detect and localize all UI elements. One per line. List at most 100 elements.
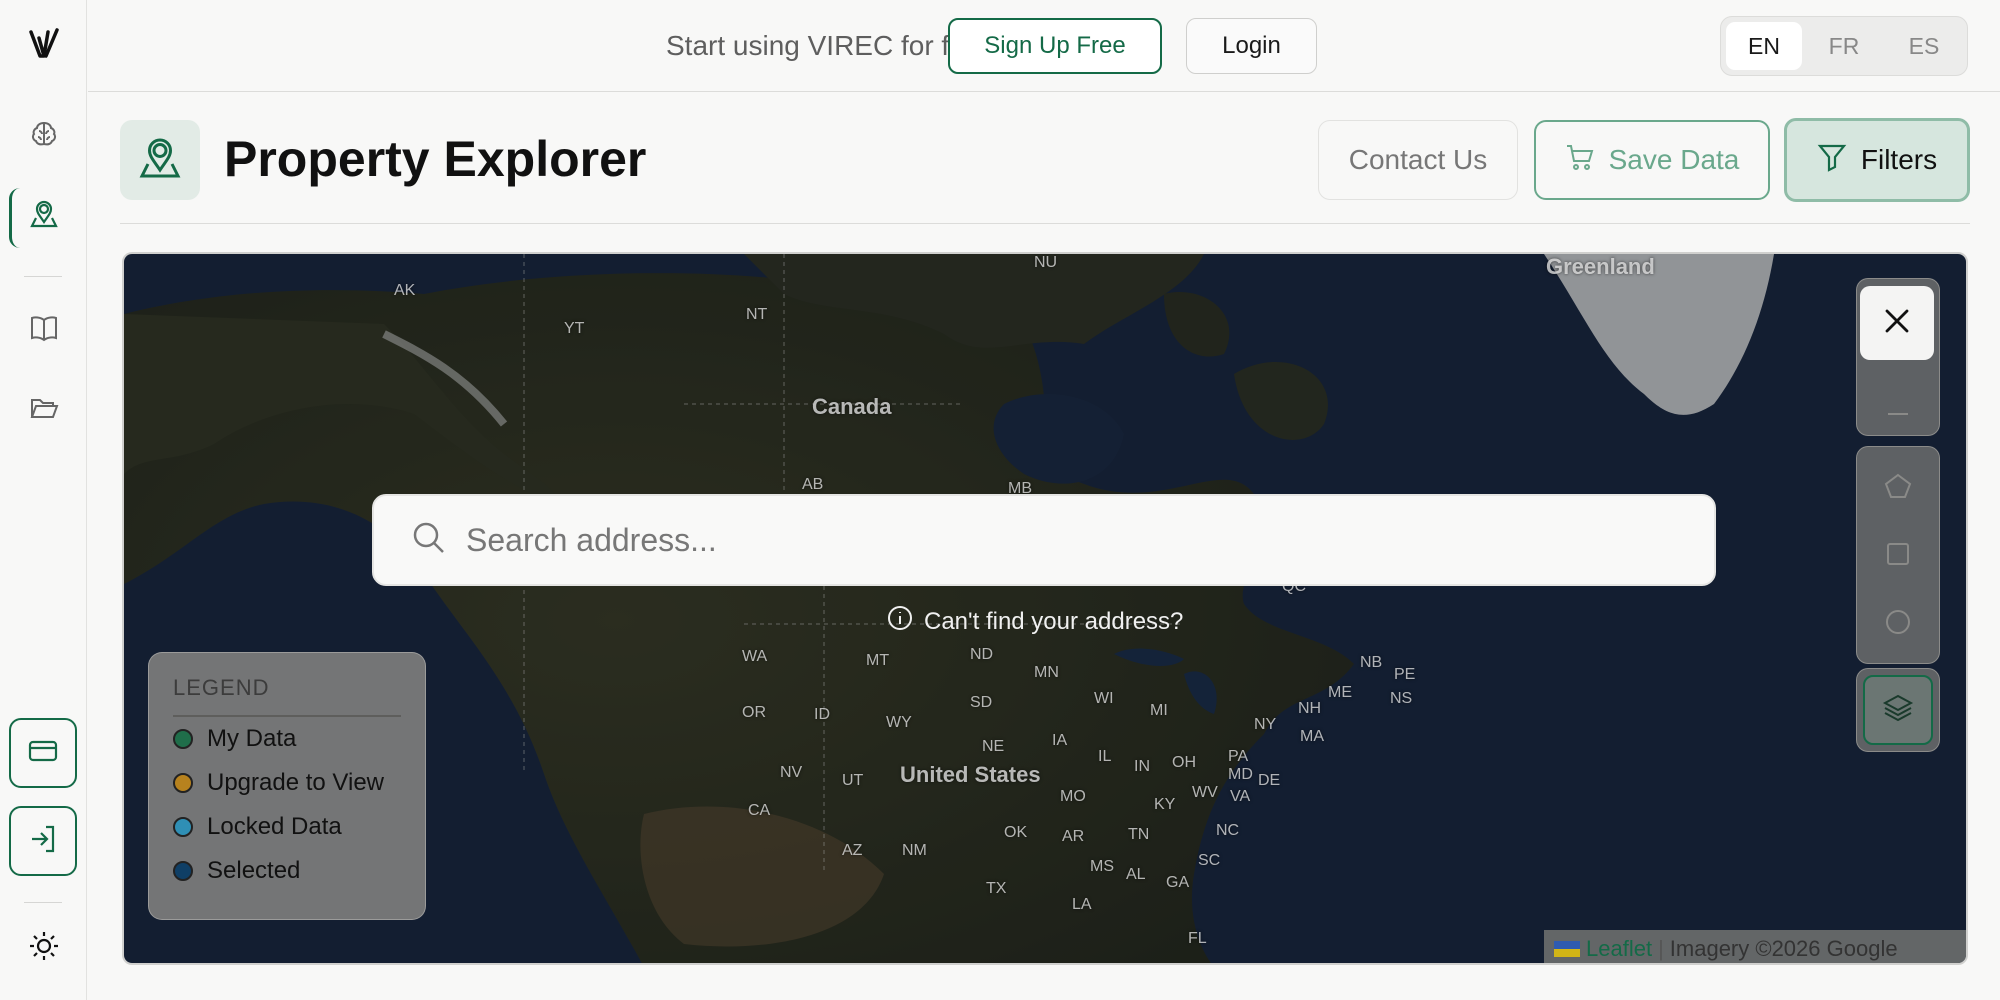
map-label-region: MI: [1150, 702, 1168, 719]
folder-icon: [28, 392, 60, 429]
map-label-region: MD: [1228, 766, 1253, 783]
map-label-region: KY: [1154, 796, 1176, 813]
map-label-region: ME: [1328, 684, 1352, 701]
sidebar-item-ai[interactable]: [20, 112, 68, 160]
map-attribution: Leaflet | Imagery ©2026 Google: [1544, 930, 1966, 963]
map-user-icon: [28, 198, 60, 235]
page-title: Property Explorer: [224, 131, 647, 187]
billing-button[interactable]: [9, 718, 77, 788]
map-label-region: UT: [842, 772, 864, 789]
login-button[interactable]: [9, 806, 77, 876]
filter-icon: [1817, 142, 1847, 179]
layers-control: [1856, 668, 1940, 752]
map-label-region: WA: [742, 648, 768, 665]
map-label-region: IA: [1052, 732, 1068, 749]
filters-button[interactable]: Filters: [1784, 118, 1970, 202]
cart-icon: [1565, 142, 1595, 179]
map-label-region: NV: [780, 764, 803, 781]
filters-label: Filters: [1860, 144, 1938, 175]
map-label-region: AR: [1062, 828, 1085, 845]
map-label-us: United States: [900, 762, 1041, 787]
map-label-region: CA: [748, 802, 771, 819]
lang-en[interactable]: EN: [1726, 22, 1802, 70]
contact-us-button[interactable]: Contact Us: [1318, 120, 1518, 200]
legend-item: Upgrade to View: [173, 761, 401, 805]
sidebar-divider: [24, 902, 62, 903]
circle-icon: [1883, 607, 1913, 642]
legend-title: LEGEND: [173, 675, 401, 717]
map-label-region: TX: [986, 880, 1007, 897]
sign-up-button[interactable]: Sign Up Free: [948, 18, 1162, 74]
lang-es[interactable]: ES: [1886, 22, 1962, 70]
minus-icon: [1883, 399, 1913, 434]
map-label-region: PE: [1394, 666, 1416, 683]
sidebar-item-files[interactable]: [20, 386, 68, 434]
legend-swatch: [173, 729, 193, 749]
lang-fr[interactable]: FR: [1806, 22, 1882, 70]
sidebar-item-property-explorer[interactable]: [9, 188, 68, 248]
map-label-region: IL: [1098, 748, 1112, 765]
draw-polygon-button[interactable]: [1863, 453, 1933, 523]
zoom-out-button[interactable]: [1863, 381, 1933, 451]
save-data-button[interactable]: Save Data: [1534, 120, 1770, 200]
square-icon: [1883, 539, 1913, 574]
map-label-region: YT: [564, 320, 585, 337]
map-label-region: MT: [866, 652, 890, 669]
book-icon: [28, 312, 60, 349]
app-logo[interactable]: [26, 26, 62, 62]
map-label-region: VA: [1230, 788, 1251, 805]
map-label-region: MN: [1034, 664, 1059, 681]
header-divider: [120, 223, 1970, 224]
map-label-region: PA: [1228, 748, 1249, 765]
imagery-credit: Imagery ©2026 Google: [1669, 935, 1898, 961]
map-label-region: LA: [1072, 896, 1092, 913]
theme-toggle[interactable]: [20, 924, 68, 972]
map-label-region: ID: [814, 706, 830, 723]
map-label-region: NY: [1254, 716, 1277, 733]
map-legend: LEGEND My Data Upgrade to View Locked Da…: [148, 652, 426, 920]
sidebar-divider: [24, 276, 62, 277]
map-label-region: AZ: [842, 842, 863, 859]
info-icon: [886, 604, 914, 639]
sidebar-item-docs[interactable]: [20, 306, 68, 354]
map-label-region: ND: [970, 646, 994, 663]
save-data-label: Save Data: [1608, 144, 1740, 175]
map-label-region: NT: [746, 306, 768, 323]
legend-label: Locked Data: [207, 813, 342, 840]
top-bar: Start using VIREC for free. Sign Up Free…: [88, 0, 2000, 92]
legend-swatch: [173, 861, 193, 881]
sidebar: [0, 0, 87, 1000]
close-button[interactable]: [1860, 286, 1934, 360]
draw-circle-button[interactable]: [1863, 589, 1933, 659]
map-label-region: WI: [1094, 690, 1114, 707]
map-label-region: AB: [802, 476, 824, 493]
login-top-button[interactable]: Login: [1186, 18, 1317, 74]
layers-button[interactable]: [1863, 675, 1933, 745]
page-icon: [120, 120, 200, 200]
cant-find-address-link[interactable]: Can't find your address?: [886, 604, 1183, 639]
sun-icon: [27, 929, 61, 968]
map-label-region: NM: [902, 842, 927, 859]
map-label-region: MS: [1090, 858, 1114, 875]
map-label-region: NE: [982, 738, 1005, 755]
map-label-region: WY: [886, 714, 912, 731]
pentagon-icon: [1883, 471, 1913, 506]
search-input[interactable]: [466, 521, 1666, 559]
layers-icon: [1882, 692, 1914, 729]
map-label-region: MO: [1060, 788, 1086, 805]
map-label-region: MA: [1300, 728, 1324, 745]
map-user-icon: [136, 134, 184, 187]
map-label-region: OK: [1004, 824, 1028, 841]
legend-swatch: [173, 773, 193, 793]
map-label-region: AK: [394, 282, 416, 299]
address-search: [372, 494, 1716, 586]
attribution-separator: |: [1658, 935, 1664, 961]
map-label-region: NS: [1390, 690, 1413, 707]
map-view[interactable]: Canada United States Greenland AK YT NT …: [122, 252, 1968, 965]
search-icon: [410, 519, 448, 562]
map-label-region: NC: [1216, 822, 1240, 839]
card-icon: [26, 734, 60, 773]
legend-item: Locked Data: [173, 805, 401, 849]
draw-rectangle-button[interactable]: [1863, 521, 1933, 591]
leaflet-link[interactable]: Leaflet: [1586, 936, 1652, 962]
